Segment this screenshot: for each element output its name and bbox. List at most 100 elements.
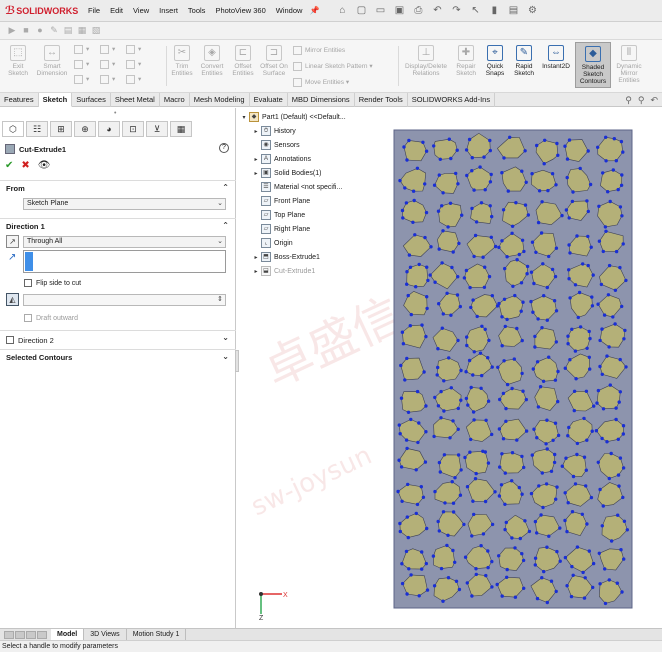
sketch-point[interactable] bbox=[445, 291, 449, 295]
direction1-section-header[interactable]: Direction 1 ⌃ bbox=[0, 219, 236, 234]
sketch-point[interactable] bbox=[500, 452, 504, 456]
sketch-point[interactable] bbox=[503, 502, 507, 506]
sketch-point[interactable] bbox=[568, 251, 572, 255]
sketch-point[interactable] bbox=[426, 278, 430, 283]
sketch-point[interactable] bbox=[556, 399, 560, 404]
sketch-point[interactable] bbox=[546, 188, 550, 193]
sketch-point[interactable] bbox=[400, 562, 404, 566]
stop-icon[interactable]: ■ bbox=[20, 25, 32, 37]
play-icon[interactable]: ▶ bbox=[6, 25, 18, 37]
sketch-point[interactable] bbox=[468, 450, 472, 454]
sketch-point[interactable] bbox=[446, 225, 450, 229]
detailed-preview-eye-icon[interactable]: 👁 bbox=[38, 160, 51, 171]
sketch-point[interactable] bbox=[419, 485, 423, 489]
sketch-point[interactable] bbox=[524, 429, 529, 433]
sketch-point[interactable] bbox=[420, 323, 424, 327]
sketch-point[interactable] bbox=[406, 410, 411, 414]
sketch-point[interactable] bbox=[535, 360, 540, 364]
sketch-point[interactable] bbox=[417, 262, 421, 267]
sketch-point[interactable] bbox=[570, 564, 574, 569]
sketch-point[interactable] bbox=[436, 365, 440, 370]
sketch-point[interactable] bbox=[599, 282, 604, 287]
sketch-point[interactable] bbox=[591, 585, 595, 590]
sketch-point[interactable] bbox=[463, 555, 468, 559]
from-section-header[interactable]: From ⌃ bbox=[0, 181, 236, 196]
sketch-point[interactable] bbox=[449, 156, 453, 161]
sketch-point[interactable] bbox=[503, 527, 507, 532]
sketch-point[interactable] bbox=[405, 270, 409, 274]
menu-edit[interactable]: Edit bbox=[105, 6, 128, 15]
sketch-point[interactable] bbox=[474, 220, 479, 224]
sketch-point[interactable] bbox=[608, 383, 612, 387]
sketch-point[interactable] bbox=[619, 548, 623, 552]
sketch-point[interactable] bbox=[556, 433, 561, 438]
sketch-point[interactable] bbox=[533, 556, 538, 560]
sketch-point[interactable] bbox=[513, 595, 518, 599]
sketch-point[interactable] bbox=[453, 476, 457, 480]
sketch-point[interactable] bbox=[520, 338, 524, 343]
sketch-point[interactable] bbox=[405, 515, 409, 519]
select-icon[interactable]: ↖ bbox=[468, 4, 482, 18]
sketch-point[interactable] bbox=[479, 386, 483, 390]
menu-photoview[interactable]: PhotoView 360 bbox=[210, 6, 270, 15]
sketch-point[interactable] bbox=[411, 220, 415, 224]
sketch-point[interactable] bbox=[469, 385, 473, 390]
sketch-point[interactable] bbox=[466, 403, 470, 407]
sketch-point[interactable] bbox=[488, 180, 493, 184]
sketch-point[interactable] bbox=[588, 182, 593, 187]
sketch-point[interactable] bbox=[407, 138, 411, 143]
triad[interactable]: X Z bbox=[259, 592, 288, 622]
sketch-point[interactable] bbox=[453, 560, 457, 564]
menu-view[interactable]: View bbox=[128, 6, 154, 15]
display-delete-relations-button[interactable]: ⊥ Display/Delete Relations bbox=[401, 45, 451, 77]
sketch-point[interactable] bbox=[471, 373, 475, 377]
sketch-point[interactable] bbox=[465, 343, 469, 348]
sketch-point[interactable] bbox=[621, 432, 625, 436]
sketch-point[interactable] bbox=[540, 200, 544, 204]
sketch-point[interactable] bbox=[510, 386, 514, 391]
sketch-point[interactable] bbox=[613, 288, 618, 292]
sketch-point[interactable] bbox=[522, 465, 526, 470]
sketch-point[interactable] bbox=[512, 357, 516, 361]
open-icon[interactable]: ▭ bbox=[373, 4, 387, 18]
sketch-point[interactable] bbox=[489, 172, 493, 177]
sketch-point[interactable] bbox=[566, 501, 570, 505]
sketch-point[interactable] bbox=[587, 355, 591, 359]
sketch-point[interactable] bbox=[575, 234, 579, 238]
sketch-point[interactable] bbox=[545, 285, 549, 290]
sketch-point[interactable] bbox=[576, 315, 580, 320]
tree-item-origin[interactable]: ⌞ Origin bbox=[252, 237, 293, 249]
sketch-point[interactable] bbox=[533, 334, 537, 339]
sketch-point[interactable] bbox=[566, 334, 570, 338]
line-tool[interactable]: ▾ bbox=[74, 45, 89, 54]
sketch-point[interactable] bbox=[510, 536, 514, 540]
sketch-point[interactable] bbox=[489, 235, 493, 239]
sketch-point[interactable] bbox=[472, 350, 476, 354]
sketch-point[interactable] bbox=[564, 456, 568, 460]
sketch-point[interactable] bbox=[596, 388, 601, 393]
sketch-point[interactable] bbox=[598, 487, 602, 492]
sketch-point[interactable] bbox=[465, 581, 469, 585]
sketch-point[interactable] bbox=[458, 304, 462, 309]
exit-sketch-button[interactable]: ⬚ Exit Sketch bbox=[3, 45, 33, 77]
sketch-point[interactable] bbox=[609, 539, 614, 543]
sketch-point[interactable] bbox=[567, 277, 571, 281]
sketch-point[interactable] bbox=[618, 390, 622, 394]
tree-item-material[interactable]: ☰ Material <not specifi... bbox=[252, 181, 342, 193]
sketch-point[interactable] bbox=[406, 293, 410, 298]
sketch-point[interactable] bbox=[521, 389, 525, 393]
sketch-point[interactable] bbox=[603, 225, 608, 229]
sketch-point[interactable] bbox=[398, 178, 402, 183]
sketch-point[interactable] bbox=[589, 495, 594, 500]
sketch-point[interactable] bbox=[554, 340, 558, 344]
sketch-point[interactable] bbox=[582, 455, 587, 459]
sketch-point[interactable] bbox=[620, 173, 624, 177]
sketch-point[interactable] bbox=[475, 314, 479, 319]
sketch-point[interactable] bbox=[415, 389, 420, 394]
sketch-point[interactable] bbox=[607, 578, 611, 582]
sketch-point[interactable] bbox=[520, 492, 524, 496]
sketch-point[interactable] bbox=[451, 510, 456, 514]
record-icon[interactable]: ● bbox=[34, 25, 46, 37]
sketch-point[interactable] bbox=[464, 396, 469, 401]
sketch-point[interactable] bbox=[601, 249, 605, 254]
